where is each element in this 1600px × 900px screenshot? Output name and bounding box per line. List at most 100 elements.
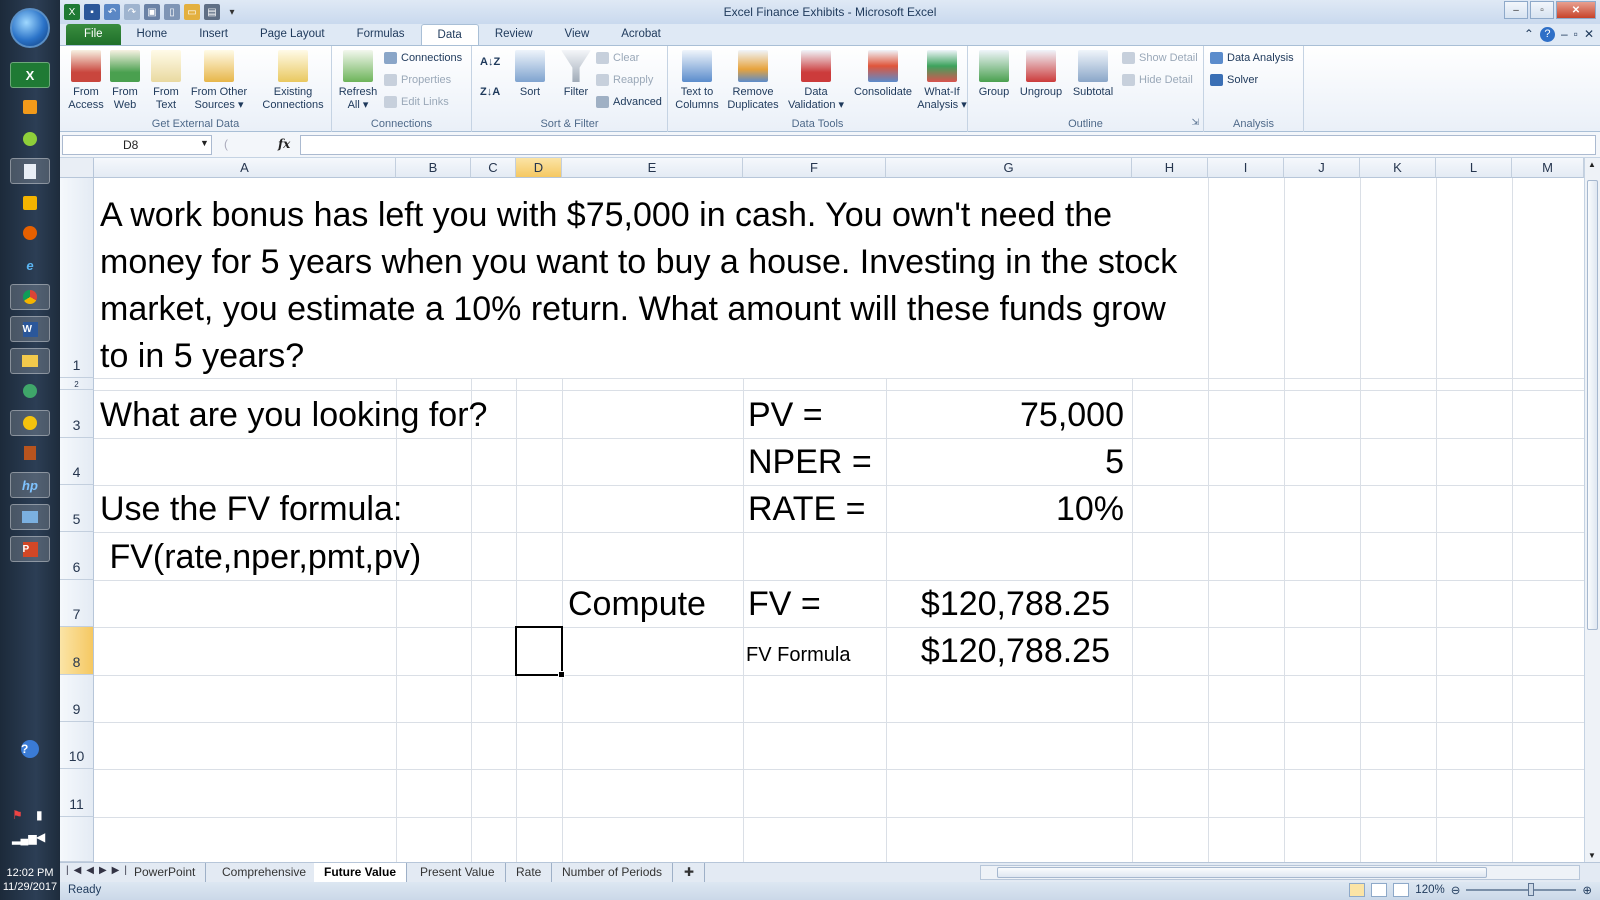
filter-button[interactable]: Filter xyxy=(556,50,596,99)
flag-icon[interactable]: ⚑ xyxy=(12,808,23,822)
cell-g5[interactable]: 10% xyxy=(886,488,1124,530)
app-icon[interactable] xyxy=(10,378,50,404)
column-header-i[interactable]: I xyxy=(1208,158,1284,178)
clock[interactable]: 12:02 PM 11/29/2017 xyxy=(0,866,60,894)
column-header-f[interactable]: F xyxy=(743,158,886,178)
cell-e7[interactable]: Compute xyxy=(568,583,706,625)
cell-f5[interactable]: RATE = xyxy=(748,488,865,530)
outline-dialog-launcher-icon[interactable]: ⇲ xyxy=(1191,117,1199,128)
subtotal-button[interactable]: Subtotal xyxy=(1068,50,1118,99)
row-header-10[interactable]: 10 xyxy=(60,722,94,769)
tab-insert[interactable]: Insert xyxy=(183,24,244,45)
text-to-columns-button[interactable]: Text to Columns xyxy=(672,50,722,112)
sheet-nav-arrows[interactable]: |◀◀▶▶| xyxy=(66,865,132,876)
undo-icon[interactable]: ↶ xyxy=(104,4,120,20)
print-preview-icon[interactable]: ▣ xyxy=(144,4,160,20)
scroll-down-icon[interactable]: ▼ xyxy=(1588,851,1596,860)
scroll-up-icon[interactable]: ▲ xyxy=(1588,160,1596,169)
vertical-scrollbar[interactable]: ▲ ▼ xyxy=(1584,158,1600,862)
tab-review[interactable]: Review xyxy=(479,24,549,45)
network-icon[interactable]: ▂▄▆ xyxy=(12,832,37,845)
hide-detail-button[interactable]: Hide Detail xyxy=(1122,74,1193,86)
outlook-icon[interactable] xyxy=(10,190,50,216)
powerpoint-icon[interactable]: P xyxy=(10,536,50,562)
consolidate-button[interactable]: Consolidate xyxy=(850,50,916,99)
start-button[interactable] xyxy=(10,8,50,48)
sort-descending-button[interactable]: Z↓A xyxy=(480,86,500,98)
chrome-icon[interactable] xyxy=(10,284,50,310)
sort-button[interactable]: Sort xyxy=(510,50,550,99)
cell-a6[interactable]: FV(rate,nper,pmt,pv) xyxy=(100,536,421,578)
refresh-all-button[interactable]: Refresh All ▾ xyxy=(336,50,380,112)
reapply-button[interactable]: Reapply xyxy=(596,74,653,86)
show-detail-button[interactable]: Show Detail xyxy=(1122,52,1198,64)
insert-function-button[interactable]: fx xyxy=(278,137,290,151)
row-header-5[interactable]: 5 xyxy=(60,485,94,532)
edit-links-button[interactable]: Edit Links xyxy=(384,96,449,108)
document-icon[interactable] xyxy=(10,158,50,184)
minimize-button[interactable]: – xyxy=(1504,1,1528,19)
name-box[interactable]: D8 xyxy=(62,135,212,155)
formula-cancel-icon[interactable]: ( xyxy=(224,137,228,151)
data-analysis-button[interactable]: Data Analysis xyxy=(1210,52,1294,64)
battery-icon[interactable]: ▮ xyxy=(36,808,43,822)
customize-qat-icon[interactable]: ▾ xyxy=(224,4,240,20)
vertical-scroll-thumb[interactable] xyxy=(1587,180,1598,630)
zoom-out-icon[interactable]: ⊖ xyxy=(1451,883,1461,897)
data-validation-button[interactable]: Data Validation ▾ xyxy=(784,50,848,112)
cell-a3[interactable]: What are you looking for? xyxy=(100,394,487,436)
column-header-k[interactable]: K xyxy=(1360,158,1436,178)
clear-button[interactable]: Clear xyxy=(596,52,639,64)
row-header-11[interactable]: 11 xyxy=(60,769,94,817)
workbook-restore-icon[interactable]: ▫ xyxy=(1574,27,1578,42)
zoom-slider-knob[interactable] xyxy=(1528,883,1535,896)
tab-data[interactable]: Data xyxy=(420,24,479,45)
horizontal-scroll-thumb[interactable] xyxy=(997,867,1487,878)
cell-g4[interactable]: 5 xyxy=(886,441,1124,483)
row-header-7[interactable]: 7 xyxy=(60,580,94,627)
zoom-level[interactable]: 120% xyxy=(1415,884,1444,896)
solver-button[interactable]: Solver xyxy=(1210,74,1258,86)
select-all-button[interactable] xyxy=(60,158,94,178)
hp-icon[interactable]: hp xyxy=(10,472,50,498)
from-web-button[interactable]: From Web xyxy=(106,50,144,112)
column-header-h[interactable]: H xyxy=(1132,158,1208,178)
redo-icon[interactable]: ↷ xyxy=(124,4,140,20)
maximize-button[interactable]: ▫ xyxy=(1530,1,1554,19)
column-header-d[interactable]: D xyxy=(516,158,562,178)
sheet-tab-number-of-periods[interactable]: Number of Periods xyxy=(552,863,674,882)
workbook-minimize-icon[interactable]: – xyxy=(1561,27,1568,42)
column-header-g[interactable]: G xyxy=(886,158,1132,178)
remote-desktop-icon[interactable] xyxy=(10,504,50,530)
norton-icon[interactable] xyxy=(10,410,50,436)
file-explorer-icon[interactable] xyxy=(10,348,50,374)
save-icon[interactable]: ▪ xyxy=(84,4,100,20)
cell-g8[interactable]: $120,788.25 xyxy=(886,630,1110,672)
remove-duplicates-button[interactable]: Remove Duplicates xyxy=(724,50,782,112)
volume-icon[interactable]: ◀ xyxy=(36,830,45,844)
normal-view-button[interactable] xyxy=(1349,883,1366,897)
tab-acrobat[interactable]: Acrobat xyxy=(605,24,677,45)
new-document-icon[interactable]: ▯ xyxy=(164,4,180,20)
excel-logo-icon[interactable]: X xyxy=(64,4,80,20)
row-header-1[interactable]: 1 xyxy=(60,178,94,378)
help-icon[interactable]: ? xyxy=(10,736,50,762)
existing-connections-button[interactable]: Existing Connections xyxy=(258,50,328,112)
sheet-tab-powerpoint[interactable]: PowerPoint xyxy=(124,863,207,882)
minimize-ribbon-icon[interactable]: ⌃ xyxy=(1524,27,1534,42)
column-header-e[interactable]: E xyxy=(562,158,743,178)
cell-a1-question[interactable]: A work bonus has left you with $75,000 i… xyxy=(100,192,1200,380)
page-break-view-button[interactable] xyxy=(1393,883,1410,897)
sheet-tab-rate[interactable]: Rate xyxy=(506,863,553,882)
excel-icon[interactable]: X xyxy=(10,62,50,88)
column-header-m[interactable]: M xyxy=(1512,158,1584,178)
column-header-l[interactable]: L xyxy=(1436,158,1512,178)
media-player-icon[interactable] xyxy=(10,94,50,120)
firefox-icon[interactable] xyxy=(10,220,50,246)
print-icon[interactable]: ▤ xyxy=(204,4,220,20)
cell-f7[interactable]: FV = xyxy=(748,583,821,625)
sort-ascending-button[interactable]: A↓Z xyxy=(480,56,500,68)
advanced-button[interactable]: Advanced xyxy=(596,96,662,108)
zoom-in-icon[interactable]: ⊕ xyxy=(1582,883,1592,897)
horizontal-scrollbar[interactable] xyxy=(980,865,1580,880)
